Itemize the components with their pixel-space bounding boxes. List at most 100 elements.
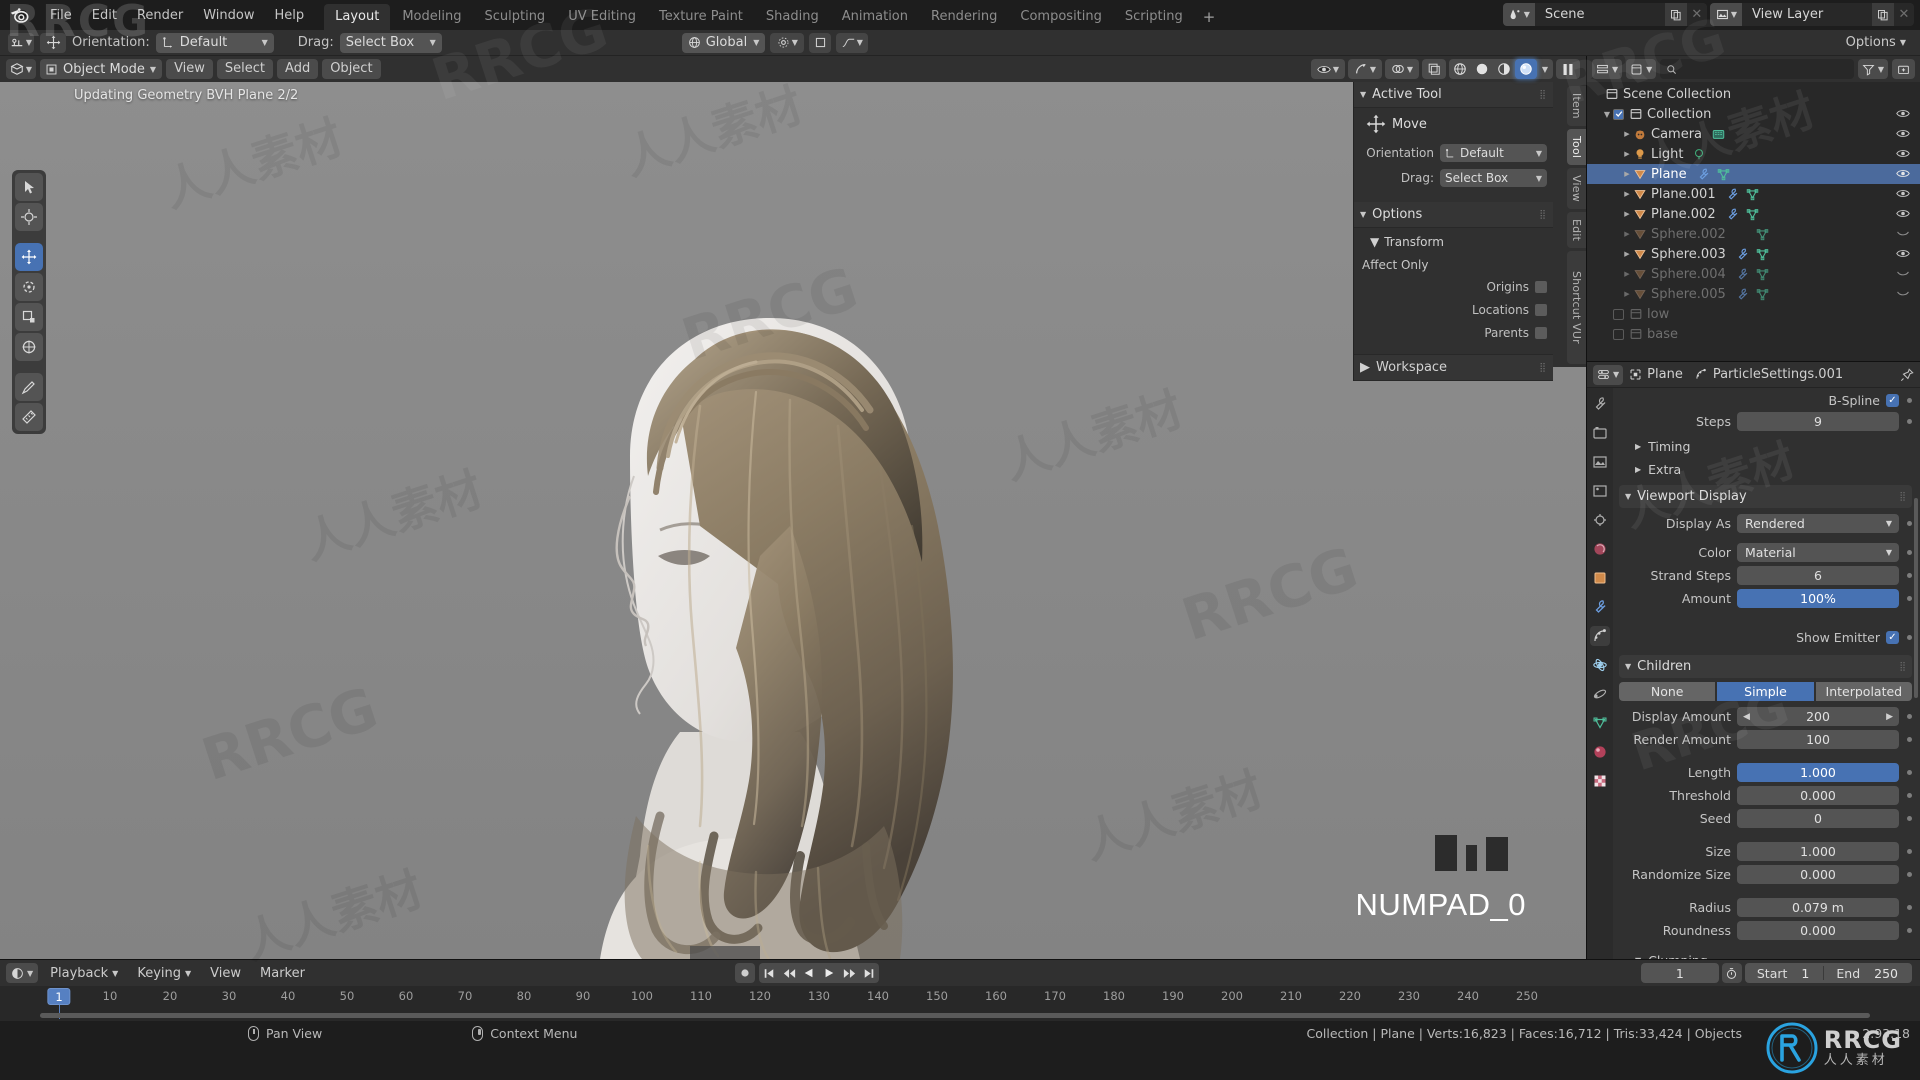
modifier-icon[interactable]: [1735, 287, 1750, 301]
properties-tab-material[interactable]: [1590, 742, 1610, 762]
display-amount-stepper[interactable]: ◀ 200 ▶: [1737, 707, 1899, 726]
unlink-scene-button[interactable]: ✕: [1686, 3, 1707, 26]
properties-tab-tool[interactable]: [1590, 394, 1610, 414]
outliner-row-plane[interactable]: ▶ Plane: [1587, 164, 1920, 184]
tool-cursor-button[interactable]: [15, 203, 43, 231]
new-view-layer-button[interactable]: [1872, 3, 1894, 26]
npanel-tab-view[interactable]: View: [1567, 168, 1586, 209]
b-spline-checkbox[interactable]: ✓: [1886, 394, 1899, 407]
modifier-icon[interactable]: [1735, 267, 1750, 281]
animate-dot[interactable]: [1907, 849, 1912, 854]
tree-expand-icon[interactable]: ▶: [1621, 230, 1633, 238]
mesh-data-icon[interactable]: [1716, 167, 1731, 181]
add-workspace-button[interactable]: +: [1195, 4, 1224, 30]
menu-file[interactable]: File: [40, 5, 82, 26]
options-button[interactable]: Options ▼: [1840, 33, 1912, 52]
animate-dot[interactable]: [1907, 398, 1912, 403]
animate-dot[interactable]: [1907, 793, 1912, 798]
children-section-header[interactable]: ▼ Children ⣿: [1619, 655, 1912, 678]
hide-in-viewport-toggle[interactable]: [1896, 188, 1910, 199]
timeline-horizontal-scrollbar[interactable]: [40, 1013, 1870, 1018]
outliner-row-low[interactable]: low: [1587, 304, 1920, 324]
breadcrumb-data-name[interactable]: ParticleSettings.001: [1713, 367, 1843, 382]
collection-exclude-checkbox[interactable]: [1613, 108, 1624, 120]
use-preview-range-toggle[interactable]: [1721, 963, 1742, 983]
snap-toggle[interactable]: [809, 32, 832, 53]
outliner-row-collection[interactable]: ▼ Collection: [1587, 104, 1920, 124]
properties-tab-modifiers[interactable]: [1590, 597, 1610, 617]
hide-in-viewport-toggle[interactable]: [1896, 148, 1910, 159]
outliner-row-base[interactable]: base: [1587, 324, 1920, 344]
properties-tab-texture[interactable]: [1590, 771, 1610, 791]
transform-orientation-dropdown[interactable]: Global ▼: [681, 32, 766, 53]
workspace-section-header[interactable]: ▶ Workspace ⣿: [1354, 354, 1553, 381]
orientation-dropdown[interactable]: Default ▼: [155, 32, 274, 53]
increment-icon[interactable]: ▶: [1886, 712, 1893, 722]
tree-expand-icon[interactable]: ▶: [1621, 270, 1633, 278]
drag-dropdown[interactable]: Select Box ▼: [339, 32, 442, 53]
color-dropdown[interactable]: Material ▼: [1737, 543, 1899, 562]
outliner-row-plane-001[interactable]: ▶ Plane.001: [1587, 184, 1920, 204]
affect-origins-checkbox[interactable]: [1535, 281, 1547, 293]
timeline-menu-keying[interactable]: Keying ▼: [130, 964, 198, 983]
shading-options-dropdown[interactable]: ▼: [1537, 59, 1553, 79]
jump-to-next-keyframe-button[interactable]: [839, 963, 859, 983]
tree-expand-icon[interactable]: ▶: [1621, 250, 1633, 258]
properties-tab-scene[interactable]: [1590, 510, 1610, 530]
workspace-tab-texture-paint[interactable]: Texture Paint: [648, 4, 754, 30]
view-layer-selector[interactable]: ▼ View Layer ✕: [1709, 3, 1914, 26]
collection-exclude-checkbox[interactable]: [1613, 328, 1624, 340]
strand-steps-field[interactable]: 6: [1737, 566, 1899, 585]
npanel-drag-dropdown[interactable]: Select Box ▼: [1440, 169, 1547, 187]
viewport-menu-view[interactable]: View: [166, 59, 213, 79]
properties-editor[interactable]: ▼ Plane ParticleSettings.001 B-Spline ✓ …: [1586, 361, 1920, 959]
radius-field[interactable]: 0.079 m: [1737, 898, 1899, 917]
tool-transform-button[interactable]: [15, 333, 43, 361]
mesh-data-icon[interactable]: [1755, 247, 1770, 261]
children-mode-simple[interactable]: Simple: [1717, 682, 1814, 701]
workspace-tab-compositing[interactable]: Compositing: [1009, 4, 1113, 30]
frame-range-field[interactable]: Start 1 End 250: [1744, 963, 1912, 983]
clumping-section-header[interactable]: ▼ Clumping: [1619, 949, 1912, 959]
workspace-tab-rendering[interactable]: Rendering: [920, 4, 1008, 30]
current-frame-field[interactable]: 1: [1640, 963, 1719, 983]
display-as-dropdown[interactable]: Rendered ▼: [1737, 514, 1899, 533]
hide-in-viewport-toggle[interactable]: [1896, 208, 1910, 219]
workspace-tab-shading[interactable]: Shading: [755, 4, 830, 30]
jump-to-prev-keyframe-button[interactable]: [779, 963, 799, 983]
decrement-icon[interactable]: ◀: [1743, 712, 1750, 722]
new-scene-button[interactable]: [1664, 3, 1687, 26]
npanel-tab-item[interactable]: Item: [1567, 86, 1586, 126]
modifier-icon[interactable]: [1725, 187, 1740, 201]
outliner-row-sphere-004[interactable]: ▶ Sphere.004: [1587, 264, 1920, 284]
hide-in-viewport-toggle[interactable]: [1896, 248, 1910, 259]
properties-tab-particles[interactable]: [1590, 626, 1610, 646]
modifier-icon[interactable]: [1696, 167, 1711, 181]
tool-measure-button[interactable]: [15, 403, 43, 431]
hide-in-viewport-toggle[interactable]: [1896, 268, 1910, 279]
workspace-tab-modeling[interactable]: Modeling: [391, 4, 472, 30]
properties-scrollbar[interactable]: [1914, 498, 1918, 698]
proportional-editing-toggle[interactable]: ▼: [836, 32, 869, 53]
workspace-tab-animation[interactable]: Animation: [831, 4, 919, 30]
viewport-menu-add[interactable]: Add: [277, 59, 319, 79]
tool-rotate-button[interactable]: [15, 273, 43, 301]
shading-rendered-button[interactable]: [1515, 59, 1537, 79]
animate-dot[interactable]: [1907, 928, 1912, 933]
viewport-display-section-header[interactable]: ▼ Viewport Display ⣿: [1619, 485, 1912, 508]
npanel-orientation-dropdown[interactable]: Default ▼: [1440, 144, 1547, 162]
steps-value-field[interactable]: 9: [1737, 412, 1899, 431]
scene-browse-icon[interactable]: ▼: [1502, 3, 1535, 26]
extra-section-header[interactable]: ▶ Extra: [1619, 458, 1912, 481]
play-button[interactable]: [819, 963, 839, 983]
animate-dot[interactable]: [1907, 550, 1912, 555]
timeline-editor[interactable]: ▼ Playback ▼ Keying ▼ View Marker 1 Star…: [0, 959, 1920, 1021]
size-field[interactable]: 1.000: [1737, 842, 1899, 861]
interaction-mode-dropdown[interactable]: Object Mode ▼: [40, 59, 163, 79]
render-amount-field[interactable]: 100: [1737, 730, 1899, 749]
breadcrumb-object-name[interactable]: Plane: [1647, 367, 1683, 382]
outliner-row-camera[interactable]: ▶ Camera: [1587, 124, 1920, 144]
properties-tab-world[interactable]: [1590, 539, 1610, 559]
outliner-filter-dropdown[interactable]: ▼: [1857, 59, 1888, 79]
mesh-data-icon[interactable]: [1745, 187, 1760, 201]
